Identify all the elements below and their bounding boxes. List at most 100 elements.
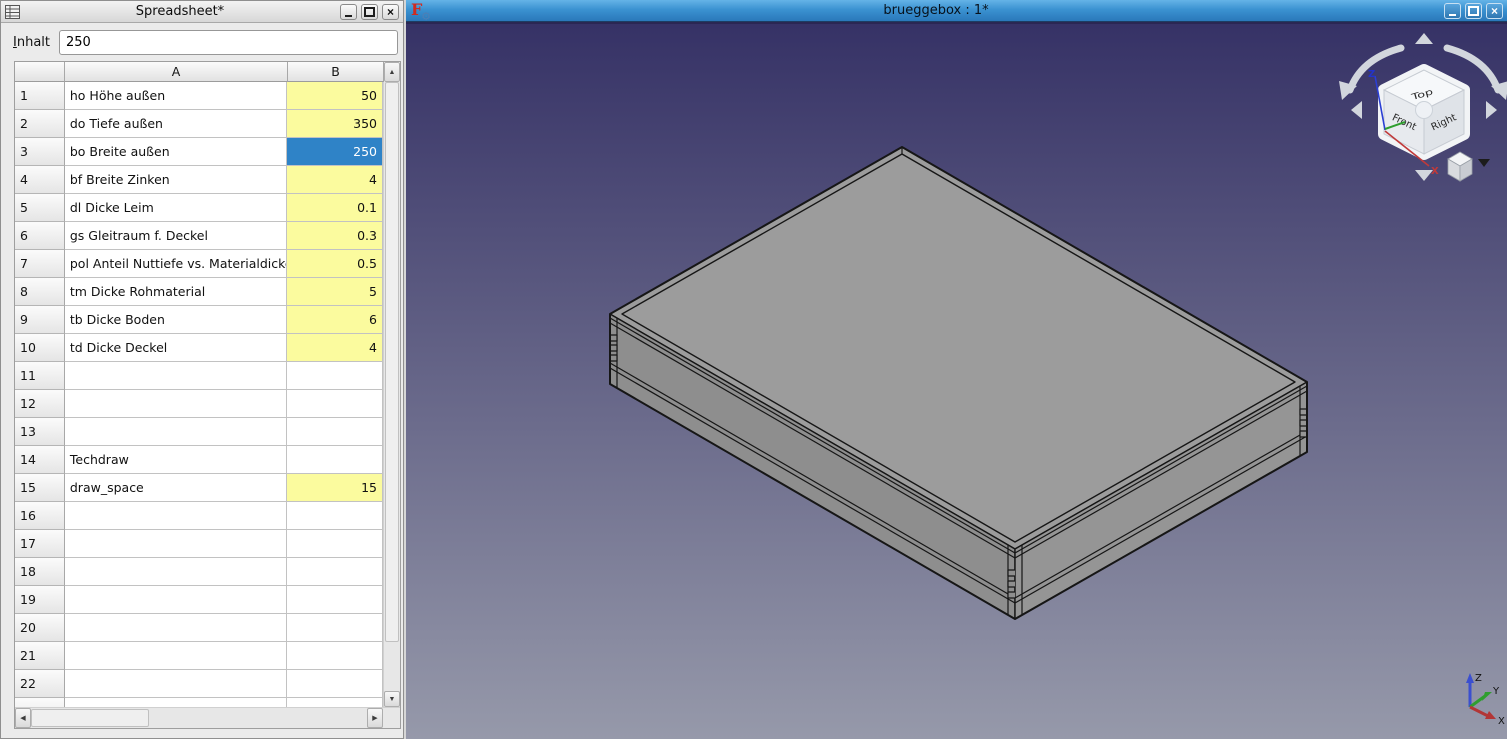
table-row: 2do Tiefe außen350 xyxy=(15,110,383,138)
cell-A7[interactable]: pol Anteil Nuttiefe vs. Materialdicke xyxy=(65,250,287,278)
cell-B5[interactable]: 0.1 xyxy=(287,194,383,222)
row-header-23[interactable]: 23 xyxy=(15,698,65,707)
cell-A17[interactable] xyxy=(65,530,287,558)
cell-B1[interactable]: 50 xyxy=(287,82,383,110)
cell-A1[interactable]: ho Höhe außen xyxy=(65,82,287,110)
cell-B18[interactable] xyxy=(287,558,383,586)
3d-view-titlebar[interactable]: F ⚙ brueggebox : 1* × xyxy=(406,0,1507,22)
row-header-2[interactable]: 2 xyxy=(15,110,65,138)
cell-A13[interactable] xyxy=(65,418,287,446)
scroll-right-button[interactable]: ▶ xyxy=(367,708,383,728)
row-header-19[interactable]: 19 xyxy=(15,586,65,614)
cell-B15[interactable]: 15 xyxy=(287,474,383,502)
column-header-b[interactable]: B xyxy=(288,62,384,82)
maximize-button[interactable] xyxy=(1465,3,1482,19)
row-header-5[interactable]: 5 xyxy=(15,194,65,222)
minimize-button[interactable] xyxy=(340,4,357,20)
cell-A10[interactable]: td Dicke Deckel xyxy=(65,334,287,362)
maximize-button[interactable] xyxy=(361,4,378,20)
vertical-scrollbar-thumb[interactable] xyxy=(385,82,399,642)
cell-A18[interactable] xyxy=(65,558,287,586)
cell-A15[interactable]: draw_space xyxy=(65,474,287,502)
cell-B2[interactable]: 350 xyxy=(287,110,383,138)
cell-B6[interactable]: 0.3 xyxy=(287,222,383,250)
cell-A22[interactable] xyxy=(65,670,287,698)
cell-B14[interactable] xyxy=(287,446,383,474)
cell-B8[interactable]: 5 xyxy=(287,278,383,306)
row-header-16[interactable]: 16 xyxy=(15,502,65,530)
close-button[interactable]: × xyxy=(382,4,399,20)
scroll-left-icon: ◀ xyxy=(20,714,25,722)
row-header-18[interactable]: 18 xyxy=(15,558,65,586)
row-header-13[interactable]: 13 xyxy=(15,418,65,446)
horizontal-scrollbar-track[interactable] xyxy=(149,708,367,728)
cell-B20[interactable] xyxy=(287,614,383,642)
cell-A19[interactable] xyxy=(65,586,287,614)
row-header-9[interactable]: 9 xyxy=(15,306,65,334)
row-header-20[interactable]: 20 xyxy=(15,614,65,642)
cell-B16[interactable] xyxy=(287,502,383,530)
cell-A21[interactable] xyxy=(65,642,287,670)
cell-B23[interactable] xyxy=(287,698,383,707)
row-header-11[interactable]: 11 xyxy=(15,362,65,390)
cell-A14[interactable]: Techdraw xyxy=(65,446,287,474)
row-header-21[interactable]: 21 xyxy=(15,642,65,670)
vertical-scrollbar-track[interactable] xyxy=(384,642,400,691)
cell-B13[interactable] xyxy=(287,418,383,446)
cell-A23[interactable] xyxy=(65,698,287,707)
freecad-icon: F ⚙ xyxy=(410,2,428,20)
cell-B4[interactable]: 4 xyxy=(287,166,383,194)
column-header-a[interactable]: A xyxy=(65,62,288,82)
close-button[interactable]: × xyxy=(1486,3,1503,19)
row-header-7[interactable]: 7 xyxy=(15,250,65,278)
cell-B9[interactable]: 6 xyxy=(287,306,383,334)
cell-A6[interactable]: gs Gleitraum f. Deckel xyxy=(65,222,287,250)
horizontal-scrollbar-thumb[interactable] xyxy=(31,709,149,727)
gear-icon: ⚙ xyxy=(421,10,431,23)
cell-B19[interactable] xyxy=(287,586,383,614)
cell-A5[interactable]: dl Dicke Leim xyxy=(65,194,287,222)
row-header-6[interactable]: 6 xyxy=(15,222,65,250)
3d-view-window: F ⚙ brueggebox : 1* × xyxy=(404,0,1507,739)
row-header-17[interactable]: 17 xyxy=(15,530,65,558)
row-header-14[interactable]: 14 xyxy=(15,446,65,474)
cell-A16[interactable] xyxy=(65,502,287,530)
scroll-up-button[interactable]: ▲ xyxy=(384,62,400,82)
row-header-8[interactable]: 8 xyxy=(15,278,65,306)
cell-A9[interactable]: tb Dicke Boden xyxy=(65,306,287,334)
cell-B3[interactable]: 250 xyxy=(287,138,383,166)
cell-B12[interactable] xyxy=(287,390,383,418)
cell-A11[interactable] xyxy=(65,362,287,390)
cell-A20[interactable] xyxy=(65,614,287,642)
row-header-10[interactable]: 10 xyxy=(15,334,65,362)
spreadsheet-titlebar[interactable]: Spreadsheet* × xyxy=(1,1,403,23)
spreadsheet-grid: A B ▲ 1ho Höhe außen502do Tiefe außen350… xyxy=(14,61,401,729)
cell-B17[interactable] xyxy=(287,530,383,558)
scroll-down-button[interactable]: ▼ xyxy=(384,691,400,707)
minimize-button[interactable] xyxy=(1444,3,1461,19)
row-header-22[interactable]: 22 xyxy=(15,670,65,698)
cell-B21[interactable] xyxy=(287,642,383,670)
table-row: 9tb Dicke Boden6 xyxy=(15,306,383,334)
row-header-1[interactable]: 1 xyxy=(15,82,65,110)
cell-B11[interactable] xyxy=(287,362,383,390)
vertical-scrollbar[interactable]: ▼ xyxy=(383,82,400,707)
cell-A3[interactable]: bo Breite außen xyxy=(65,138,287,166)
row-header-3[interactable]: 3 xyxy=(15,138,65,166)
cell-content-input[interactable] xyxy=(59,30,398,55)
horizontal-scrollbar[interactable]: ◀ ▶ xyxy=(15,707,400,728)
corner-header-cell[interactable] xyxy=(15,62,65,82)
scroll-left-button[interactable]: ◀ xyxy=(15,708,31,728)
nav-cube-center[interactable] xyxy=(1416,102,1433,119)
cell-B10[interactable]: 4 xyxy=(287,334,383,362)
cell-A2[interactable]: do Tiefe außen xyxy=(65,110,287,138)
row-header-15[interactable]: 15 xyxy=(15,474,65,502)
row-header-12[interactable]: 12 xyxy=(15,390,65,418)
cell-B7[interactable]: 0.5 xyxy=(287,250,383,278)
3d-viewport[interactable]: Top Front Right Z X xyxy=(406,22,1507,739)
cell-A4[interactable]: bf Breite Zinken xyxy=(65,166,287,194)
cell-A8[interactable]: tm Dicke Rohmaterial xyxy=(65,278,287,306)
cell-A12[interactable] xyxy=(65,390,287,418)
cell-B22[interactable] xyxy=(287,670,383,698)
row-header-4[interactable]: 4 xyxy=(15,166,65,194)
